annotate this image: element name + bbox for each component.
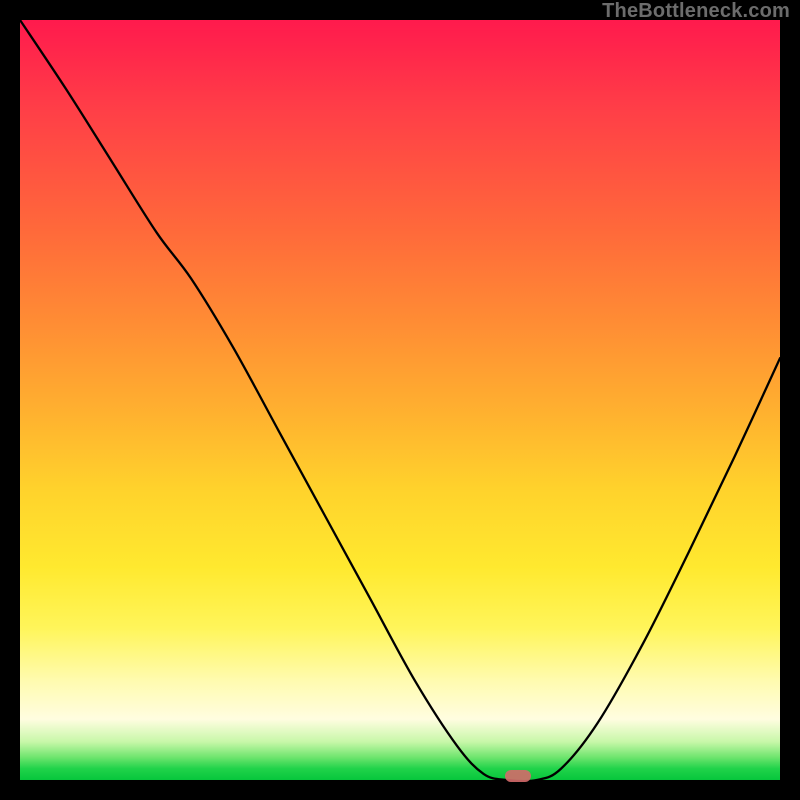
bottleneck-curve-svg xyxy=(20,20,780,780)
bottleneck-curve-path xyxy=(20,20,780,781)
optimal-marker xyxy=(505,770,531,782)
plot-area xyxy=(20,20,780,780)
